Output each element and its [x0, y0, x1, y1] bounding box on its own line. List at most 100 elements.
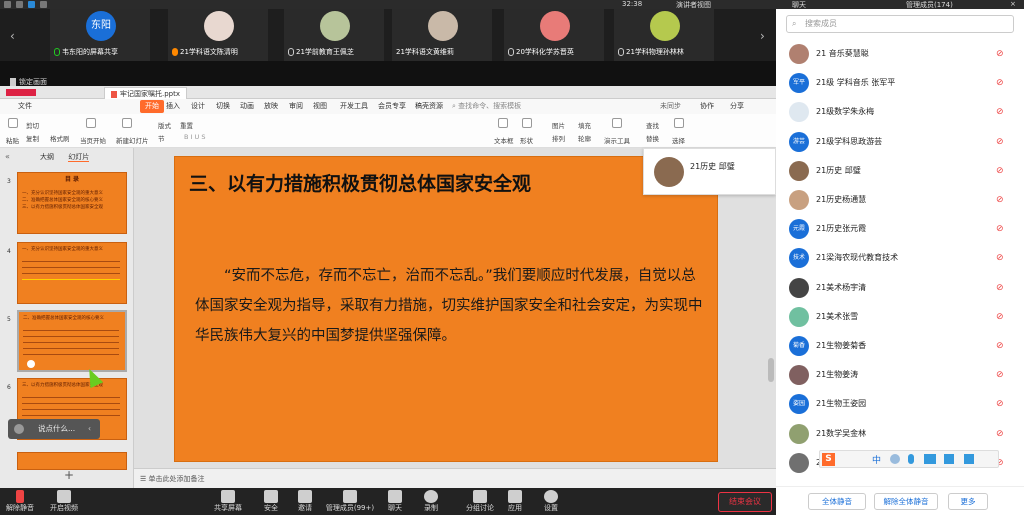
toolbox-icon[interactable] [964, 454, 974, 464]
video-tile[interactable]: 21学科语文陈清明 [168, 9, 268, 61]
canvas-scrollbar[interactable] [768, 358, 774, 382]
member-row[interactable]: 21美术杨宇清 ⊘ [776, 274, 1024, 303]
skin-icon[interactable] [944, 454, 954, 464]
select-button[interactable]: 选择 [672, 135, 685, 145]
record-button[interactable]: 录制 [418, 488, 444, 515]
info-icon[interactable] [16, 1, 23, 8]
more-button[interactable]: 更多 [948, 493, 988, 510]
shape-icon[interactable] [522, 118, 532, 128]
play-from-current-button[interactable]: 当页开始 [80, 135, 106, 145]
tab-view[interactable]: 视图 [313, 99, 327, 114]
slide-thumbnail[interactable]: 二、准确把握总体国家安全观的核心要义 [17, 310, 127, 372]
paste-icon[interactable] [8, 118, 18, 128]
video-tile[interactable]: 21学科物理孙林林 [614, 9, 714, 61]
mic-muted-icon[interactable]: ⊘ [996, 283, 1004, 294]
settings-button[interactable]: 设置 [538, 488, 564, 515]
member-row[interactable]: 姿园 21生物王姿园 ⊘ [776, 390, 1024, 419]
mic-muted-icon[interactable]: ⊘ [996, 49, 1004, 60]
member-row[interactable]: 技术 21梁海农现代教育技术 ⊘ [776, 244, 1024, 273]
add-slide-button[interactable]: + [64, 468, 74, 482]
shield-icon[interactable] [28, 1, 35, 8]
presenter-tools-button[interactable]: 演示工具 [604, 135, 630, 145]
outline-button[interactable]: 轮廓 [578, 133, 591, 143]
layout-button[interactable]: 版式 [158, 120, 171, 130]
member-row[interactable]: 游芸 21级学科思政游芸 ⊘ [776, 128, 1024, 157]
member-row[interactable]: 21生物姜涛 ⊘ [776, 361, 1024, 390]
tab-outline[interactable]: 大纲 [40, 153, 54, 161]
mic-muted-icon[interactable]: ⊘ [996, 341, 1004, 352]
breakout-rooms-button[interactable]: 分组讨论 [460, 488, 500, 515]
mic-muted-icon[interactable]: ⊘ [996, 224, 1004, 235]
slide-thumbnail[interactable]: 一、充分认识坚持国家安全观的重大意义 [17, 242, 127, 304]
close-icon[interactable]: × [1010, 0, 1016, 8]
tab-review[interactable]: 审阅 [289, 99, 303, 114]
current-slide[interactable]: 三、以有力措施积极贯彻总体国家安全观 “安而不忘危，存而不忘亡，治而不忘乱。”我… [174, 156, 718, 462]
play-icon[interactable] [27, 360, 35, 368]
share-button[interactable]: 分享 [730, 99, 744, 114]
manage-members-button[interactable]: 管理成员(99+) [322, 488, 378, 515]
mic-muted-icon[interactable]: ⊘ [996, 253, 1004, 264]
video-tile[interactable]: 20学科化学苏晋英 [504, 9, 604, 61]
member-row[interactable]: 21美术张雪 ⊘ [776, 303, 1024, 332]
select-icon[interactable] [674, 118, 684, 128]
invite-button[interactable]: 邀请 [292, 488, 318, 515]
tab-member[interactable]: 会员专享 [378, 99, 406, 114]
tab-design[interactable]: 设计 [191, 99, 205, 114]
copy-button[interactable]: 复制 [26, 133, 39, 143]
tab-members[interactable]: 管理成员(174) [906, 0, 953, 10]
tab-slideshow[interactable]: 放映 [264, 99, 278, 114]
tab-chat[interactable]: 聊天 [792, 0, 806, 10]
keyboard-icon[interactable] [924, 454, 936, 464]
member-row[interactable]: 21级数学朱永梅 ⊘ [776, 98, 1024, 127]
picture-button[interactable]: 图片 [552, 120, 565, 130]
member-search-input[interactable]: ⌕ 搜索成员 [786, 15, 1014, 33]
apps-button[interactable]: 应用 [502, 488, 528, 515]
fill-button[interactable]: 填充 [578, 120, 591, 130]
shape-button[interactable]: 形状 [520, 135, 533, 145]
reset-button[interactable]: 重置 [180, 120, 193, 130]
video-tile[interactable]: 21学前教育王佩芝 [284, 9, 384, 61]
presenter-tools-icon[interactable] [612, 118, 622, 128]
mic-muted-icon[interactable]: ⊘ [996, 429, 1004, 440]
share-screen-button[interactable]: 共享屏幕 [208, 488, 248, 515]
member-row[interactable]: 21历史杨通慧 ⊘ [776, 186, 1024, 215]
text-box-icon[interactable] [498, 118, 508, 128]
replace-button[interactable]: 替换 [646, 133, 659, 143]
new-slide-icon[interactable] [122, 118, 132, 128]
mic-icon[interactable] [908, 454, 914, 464]
chat-button[interactable]: 聊天 [382, 488, 408, 515]
text-box-button[interactable]: 文本框 [494, 135, 514, 145]
notes-bar[interactable]: ☰ 单击此处添加备注 [134, 468, 776, 488]
document-tab[interactable]: 牢记国家嘱托.pptx [104, 87, 187, 99]
mic-muted-icon[interactable]: ⊘ [996, 399, 1004, 410]
tab-animation[interactable]: 动画 [240, 99, 254, 114]
tab-transition[interactable]: 切换 [216, 99, 230, 114]
strip-next-icon[interactable]: › [760, 29, 765, 43]
active-speaker-card[interactable]: 21历史 邱璧 [643, 148, 776, 195]
mic-muted-icon[interactable]: ⊘ [996, 312, 1004, 323]
section-button[interactable]: 节 [158, 133, 165, 143]
comment-input[interactable]: 说点什么... ‹ [8, 419, 100, 439]
chevron-left-icon[interactable]: ‹ [88, 419, 91, 439]
sync-status[interactable]: 未同步 [660, 99, 681, 114]
command-search[interactable]: ⌕ 查找命令、搜索模板 [452, 99, 521, 114]
mic-muted-icon[interactable]: ⊘ [996, 137, 1004, 148]
strip-prev-icon[interactable]: ‹ [10, 29, 15, 43]
member-row[interactable]: 21 音乐葵慧聪 ⊘ [776, 40, 1024, 69]
tab-insert[interactable]: 插入 [166, 99, 180, 114]
find-button[interactable]: 查找 [646, 120, 659, 130]
video-tile[interactable]: 东阳 韦东阳的屏幕共享 [50, 9, 150, 61]
arrange-button[interactable]: 排列 [552, 133, 565, 143]
member-row[interactable]: 元霞 21历史张元霞 ⊘ [776, 215, 1024, 244]
unmute-button[interactable]: 解除静音 [2, 488, 38, 515]
tab-resources[interactable]: 稿壳资源 [415, 99, 443, 114]
tab-slides[interactable]: 幻灯片 [68, 153, 90, 162]
member-row[interactable]: 21历史 邱璧 ⊘ [776, 157, 1024, 186]
emoji-icon[interactable] [890, 454, 900, 464]
start-video-button[interactable]: 开启视频 [44, 488, 84, 515]
end-meeting-button[interactable]: 结束会议 [718, 492, 772, 512]
member-row[interactable]: 军平 21级 学科音乐 张军平 ⊘ [776, 69, 1024, 98]
play-from-current-icon[interactable] [86, 118, 96, 128]
collaborate-button[interactable]: 协作 [700, 99, 714, 114]
member-row[interactable]: 菊香 21生物姜菊香 ⊘ [776, 332, 1024, 361]
